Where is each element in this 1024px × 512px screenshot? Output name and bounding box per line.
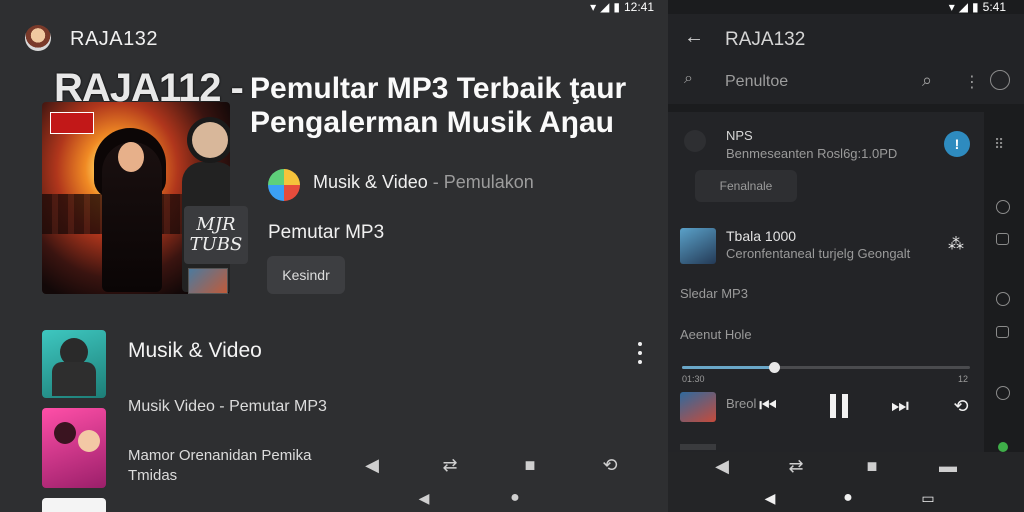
category-label: Musik & Video	[313, 172, 428, 192]
profile-icon[interactable]	[990, 70, 1010, 90]
pause-icon[interactable]	[824, 390, 854, 422]
wifi-icon: ▾	[948, 0, 955, 14]
section-label: Sledar MP3	[680, 286, 748, 301]
track-thumbnail[interactable]	[680, 228, 716, 264]
category-icon	[268, 169, 300, 201]
mini-player-thumbnail[interactable]	[680, 392, 716, 422]
list-item-title[interactable]: Mamor Orenanidan Pemika Tmidas	[128, 446, 311, 486]
track-subtitle: Ceronfentaneal turjelg Geongalt	[726, 246, 911, 261]
player-title: RAJA132	[725, 29, 806, 50]
list-item-title[interactable]: Musik Video - Pemutar MP3	[128, 398, 327, 416]
headline-line-2: Pengalerman Musik Aŋau	[250, 106, 614, 139]
list-item-thumbnail[interactable]	[42, 408, 106, 488]
card-title: NPS	[726, 128, 753, 143]
album-cover-image[interactable]	[42, 102, 230, 294]
signal-icon: ◢	[600, 0, 610, 14]
track-title: Tbala 1000	[726, 228, 797, 244]
power-icon[interactable]	[996, 292, 1010, 306]
share-icon[interactable]: ⁂	[948, 234, 964, 254]
repeat-icon[interactable]: ▬	[934, 454, 962, 478]
more-options-icon[interactable]: ⋮	[964, 72, 980, 92]
overlay-card: MJR TUBS	[184, 206, 248, 264]
shuffle-icon[interactable]: ⇄	[782, 454, 810, 478]
app-name: Pemutar MP3	[268, 222, 385, 243]
status-time: 12:41	[623, 0, 654, 14]
shuffle-icon[interactable]: ⇄	[436, 453, 464, 477]
status-time: 5:41	[982, 0, 1006, 14]
category-row[interactable]: Musik & Video - Pemulakon	[313, 172, 534, 193]
back-arrow-icon[interactable]: ◀	[708, 454, 736, 478]
status-dot	[998, 442, 1008, 452]
mini-thumbnail	[188, 268, 228, 294]
seek-progress	[682, 366, 775, 369]
home-circle-icon[interactable]: ●	[834, 486, 862, 510]
skip-next-icon[interactable]: ⏭	[886, 394, 914, 418]
circle-icon[interactable]	[996, 386, 1010, 400]
section-label: Aeenut Hole	[680, 327, 752, 342]
recents-square-icon[interactable]: ▭	[914, 486, 942, 510]
skip-previous-icon[interactable]: ⏮	[754, 394, 782, 418]
back-arrow-icon[interactable]: ◀	[358, 453, 386, 477]
total-time: 12	[958, 374, 969, 384]
wifi-icon: ▾	[590, 0, 597, 14]
app-detail-panel: ▾ ◢ ▮ 12:41 RAJA132 RAJA112 - Pemultar M…	[0, 0, 668, 512]
info-icon[interactable]: !	[944, 131, 970, 157]
card-subtitle: Benmeseanten Rosl6g:1.0PD	[726, 146, 898, 161]
power-icon[interactable]	[996, 200, 1010, 214]
back-arrow-icon[interactable]: ←	[684, 26, 704, 49]
drag-handle-icon[interactable]: ⠿	[994, 136, 1004, 153]
status-bar: ▾ ◢ ▮ 5:41	[949, 0, 1006, 14]
app-icon	[684, 130, 706, 152]
more-options-icon[interactable]	[634, 342, 646, 364]
back-triangle-icon[interactable]: ◀	[756, 486, 784, 510]
battery-icon: ▮	[972, 0, 979, 14]
next-item-thumbnail	[680, 444, 716, 450]
mini-player-label: Breol	[726, 396, 757, 411]
list-item-thumbnail[interactable]	[42, 330, 106, 398]
home-circle-icon[interactable]: ●	[501, 486, 529, 510]
edit-icon[interactable]	[996, 326, 1009, 338]
page-headline: Pemultar MP3 Terbaik ţaur Pengalerman Mu…	[250, 72, 660, 140]
signal-icon: ◢	[958, 0, 969, 14]
player-panel: ▾ ◢ ▮ 5:41 ← RAJA132 ⌕ Penultoe ⌕ ⋮ NPS …	[668, 0, 1024, 512]
search-input[interactable]: Penultoe	[725, 73, 788, 91]
window-icon[interactable]	[996, 233, 1009, 245]
battery-icon: ▮	[613, 0, 620, 14]
repeat-icon[interactable]: ⟲	[948, 394, 974, 418]
category-suffix: - Pemulakon	[432, 172, 534, 192]
app-title: RAJA132	[70, 28, 158, 50]
search-button-icon[interactable]: ⌕	[922, 70, 932, 91]
search-icon: ⌕	[684, 70, 693, 87]
elapsed-time: 01:30	[682, 374, 705, 384]
list-item-title[interactable]: Musik & Video	[128, 339, 262, 363]
album-logo-stamp	[50, 112, 94, 134]
list-item-thumbnail[interactable]	[42, 498, 106, 512]
headline-line-1: Pemultar MP3 Terbaik ţaur	[250, 72, 627, 105]
status-bar: ▾ ◢ ▮ 12:41	[590, 0, 654, 14]
avatar[interactable]	[25, 25, 51, 51]
card-button[interactable]: Fenalnale	[695, 170, 797, 202]
repeat-icon[interactable]: ⟲	[596, 453, 624, 477]
back-triangle-icon[interactable]: ◀	[410, 486, 438, 510]
square-icon[interactable]: ■	[516, 453, 544, 477]
square-icon[interactable]: ■	[858, 454, 886, 478]
action-button[interactable]: Kesindr	[267, 256, 345, 294]
